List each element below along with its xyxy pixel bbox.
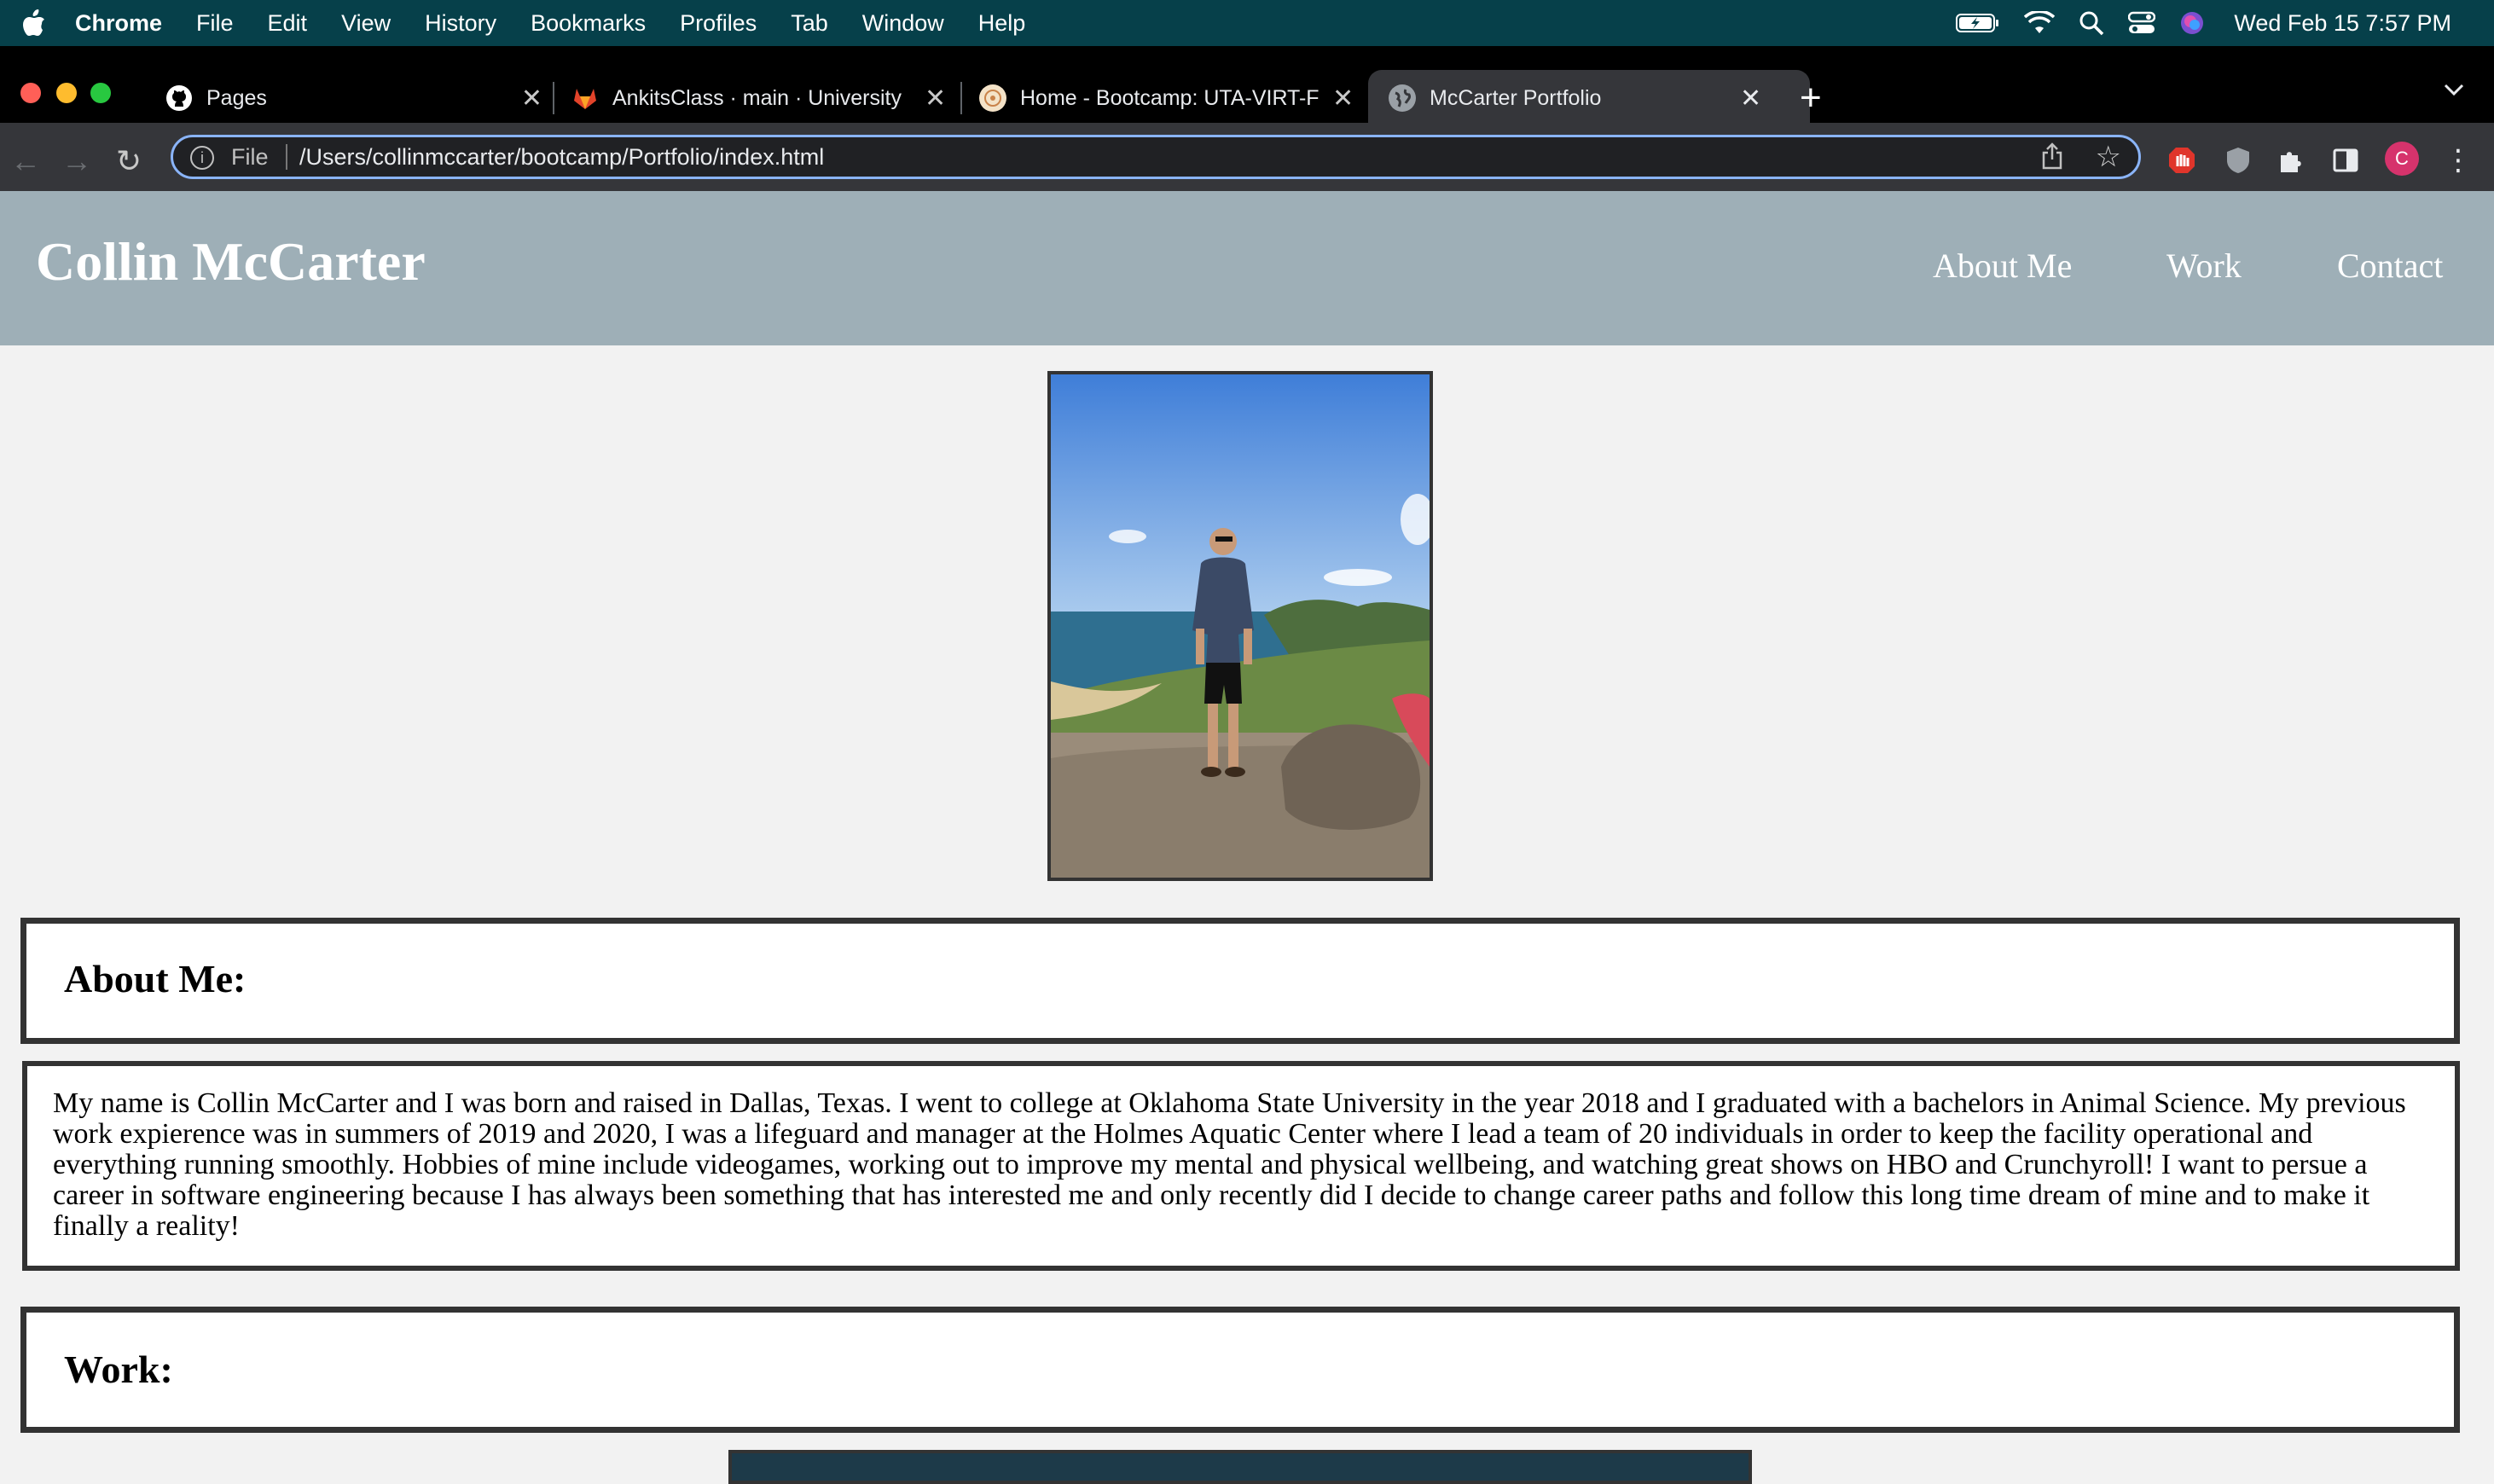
site-header: Collin McCarter About Me Work Contact	[0, 191, 2494, 345]
close-tab-icon[interactable]: ✕	[521, 84, 542, 113]
work-project-card[interactable]	[728, 1450, 1752, 1484]
battery-icon[interactable]	[1956, 12, 2000, 34]
tab-mccarter-portfolio[interactable]: McCarter Portfolio	[1389, 77, 1764, 119]
adblock-extension-icon[interactable]	[2166, 145, 2197, 176]
menu-edit[interactable]: Edit	[268, 10, 308, 37]
macos-menu-bar: Chrome File Edit View History Bookmarks …	[0, 0, 2494, 46]
gitlab-icon	[571, 84, 599, 112]
window-minimize-button[interactable]	[56, 83, 77, 103]
more-menu-icon[interactable]: ⋮	[2443, 144, 2474, 177]
menu-file[interactable]: File	[196, 10, 234, 37]
about-me-section: About Me:	[20, 918, 2460, 1044]
menu-app-name[interactable]: Chrome	[75, 10, 162, 37]
tab-separator	[553, 82, 554, 114]
forward-arrow-icon[interactable]: →	[61, 143, 92, 179]
tab-title: AnkitsClass · main · University	[612, 85, 902, 110]
tab-title: McCarter Portfolio	[1430, 85, 1602, 110]
new-tab-icon[interactable]: +	[1800, 77, 1822, 119]
spotlight-search-icon[interactable]	[2079, 10, 2104, 36]
menu-clock[interactable]: Wed Feb 15 7:57 PM	[2234, 10, 2451, 37]
wifi-icon[interactable]	[2024, 11, 2056, 35]
menu-bookmarks[interactable]: Bookmarks	[531, 10, 646, 37]
profile-avatar[interactable]: C	[2385, 142, 2419, 176]
control-center-icon[interactable]	[2128, 11, 2156, 35]
tab-bootcamp[interactable]: Home - Bootcamp: UTA-VIRT-F	[979, 77, 1337, 119]
nav-link-work[interactable]: Work	[2166, 246, 2242, 286]
tab-pages[interactable]: Pages ✕	[165, 77, 542, 119]
work-heading: Work:	[64, 1348, 173, 1391]
window-zoom-button[interactable]	[90, 83, 111, 103]
nav-link-contact[interactable]: Contact	[2337, 246, 2443, 286]
site-info-icon[interactable]: i	[190, 146, 214, 170]
apple-logo-icon[interactable]	[19, 8, 49, 38]
url-text[interactable]: /Users/collinmccarter/bootcamp/Portfolio…	[299, 144, 824, 171]
extensions-puzzle-icon[interactable]	[2276, 145, 2306, 176]
shield-extension-icon[interactable]	[2223, 145, 2253, 176]
site-title: Collin McCarter	[36, 231, 426, 292]
page-viewport: Collin McCarter About Me Work Contact Ab…	[0, 191, 2494, 1484]
share-icon[interactable]	[2041, 142, 2063, 177]
close-tab-icon[interactable]: ✕	[1740, 84, 1761, 113]
bootcamp-icon	[979, 84, 1006, 112]
menu-history[interactable]: History	[425, 10, 496, 37]
work-section: Work:	[20, 1307, 2460, 1433]
tab-search-chevron-down-icon[interactable]	[2443, 82, 2465, 101]
tab-gitlab[interactable]: AnkitsClass · main · University	[571, 77, 947, 119]
profile-photo	[1047, 371, 1433, 881]
menu-help[interactable]: Help	[978, 10, 1026, 37]
github-icon	[165, 84, 193, 112]
about-me-paragraph: My name is Collin McCarter and I was bor…	[22, 1061, 2460, 1271]
url-divider	[286, 144, 287, 170]
bookmark-star-icon[interactable]: ☆	[2096, 140, 2121, 174]
tab-title: Home - Bootcamp: UTA-VIRT-F	[1020, 85, 1320, 110]
reload-icon[interactable]: ↻	[116, 143, 142, 179]
close-tab-icon[interactable]: ✕	[925, 84, 946, 113]
window-close-button[interactable]	[20, 83, 41, 103]
tab-title: Pages	[206, 85, 267, 110]
menu-view[interactable]: View	[341, 10, 391, 37]
back-arrow-icon[interactable]: ←	[10, 143, 41, 179]
url-scheme-label: File	[231, 144, 269, 170]
siri-icon[interactable]	[2179, 10, 2205, 36]
close-tab-icon[interactable]: ✕	[1332, 84, 1354, 113]
address-bar[interactable]: i File /Users/collinmccarter/bootcamp/Po…	[171, 135, 2141, 179]
menu-window[interactable]: Window	[862, 10, 944, 37]
globe-icon	[1389, 84, 1416, 112]
menu-tab[interactable]: Tab	[791, 10, 828, 37]
nav-link-about-me[interactable]: About Me	[1933, 246, 2072, 286]
tab-separator	[960, 82, 962, 114]
about-me-heading: About Me:	[64, 957, 246, 1000]
side-panel-icon[interactable]	[2330, 145, 2361, 176]
menu-profiles[interactable]: Profiles	[680, 10, 757, 37]
